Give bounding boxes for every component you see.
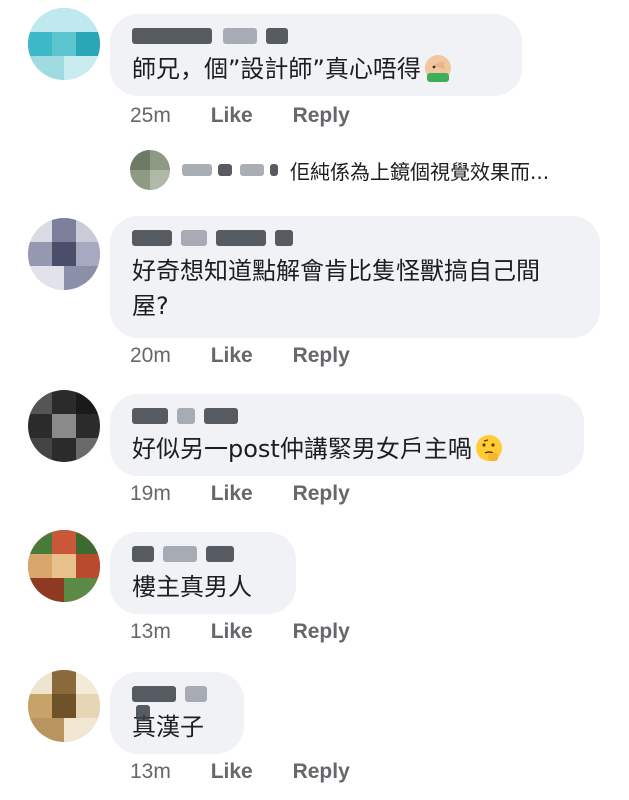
facepalm-emoji-icon: [423, 53, 453, 93]
avatar[interactable]: [28, 8, 100, 80]
comment-text: 好似另一post仲講緊男女戶主喎: [132, 435, 504, 463]
comment-time: 19m: [130, 482, 171, 505]
reply-preview[interactable]: 佢純係為上鏡個視覺效果而...: [130, 150, 610, 194]
like-button[interactable]: Like: [211, 482, 253, 505]
avatar[interactable]: [28, 670, 100, 742]
comment-actions: 20m Like Reply: [130, 344, 384, 368]
comment-bubble: 好奇想知道點解會肯比隻怪獸搞自己間屋?: [110, 216, 600, 338]
like-button[interactable]: Like: [211, 104, 253, 127]
reply-button[interactable]: Reply: [293, 620, 350, 643]
reply-author-redacted: [182, 164, 212, 176]
comment-time: 25m: [130, 104, 171, 127]
reply-avatar: [130, 150, 170, 190]
author-name-redacted[interactable]: [132, 230, 578, 248]
author-name-redacted[interactable]: [132, 686, 222, 721]
comment-actions: 13m Like Reply: [130, 620, 384, 644]
reply-button[interactable]: Reply: [293, 104, 350, 127]
comment-actions: 19m Like Reply: [130, 482, 384, 506]
thinking-emoji-icon: [474, 433, 504, 473]
avatar[interactable]: [28, 530, 100, 602]
comment-time: 13m: [130, 760, 171, 783]
comment-bubble: 師兄，個”設計師”真心唔得: [110, 14, 522, 96]
author-name-redacted[interactable]: [132, 546, 274, 564]
comment-text: 樓主真男人: [132, 573, 252, 601]
like-button[interactable]: Like: [211, 760, 253, 783]
comment-bubble: 真漢子: [110, 672, 244, 754]
reply-preview-text: 佢純係為上鏡個視覺效果而...: [290, 160, 550, 184]
comment-text: 師兄，個”設計師”真心唔得: [132, 55, 453, 83]
reply-button[interactable]: Reply: [293, 760, 350, 783]
comment-actions: 25m Like Reply: [130, 104, 384, 128]
avatar[interactable]: [28, 218, 100, 290]
reply-button[interactable]: Reply: [293, 482, 350, 505]
avatar[interactable]: [28, 390, 100, 462]
author-name-redacted[interactable]: [132, 28, 500, 46]
comment-bubble: 好似另一post仲講緊男女戶主喎: [110, 394, 584, 476]
comment-actions: 13m Like Reply: [130, 760, 384, 784]
like-button[interactable]: Like: [211, 344, 253, 367]
comment-bubble: 樓主真男人: [110, 532, 296, 614]
comment-time: 20m: [130, 344, 171, 367]
like-button[interactable]: Like: [211, 620, 253, 643]
comment-text: 好奇想知道點解會肯比隻怪獸搞自己間屋?: [132, 257, 540, 320]
author-name-redacted[interactable]: [132, 408, 562, 426]
comment-time: 13m: [130, 620, 171, 643]
reply-button[interactable]: Reply: [293, 344, 350, 367]
